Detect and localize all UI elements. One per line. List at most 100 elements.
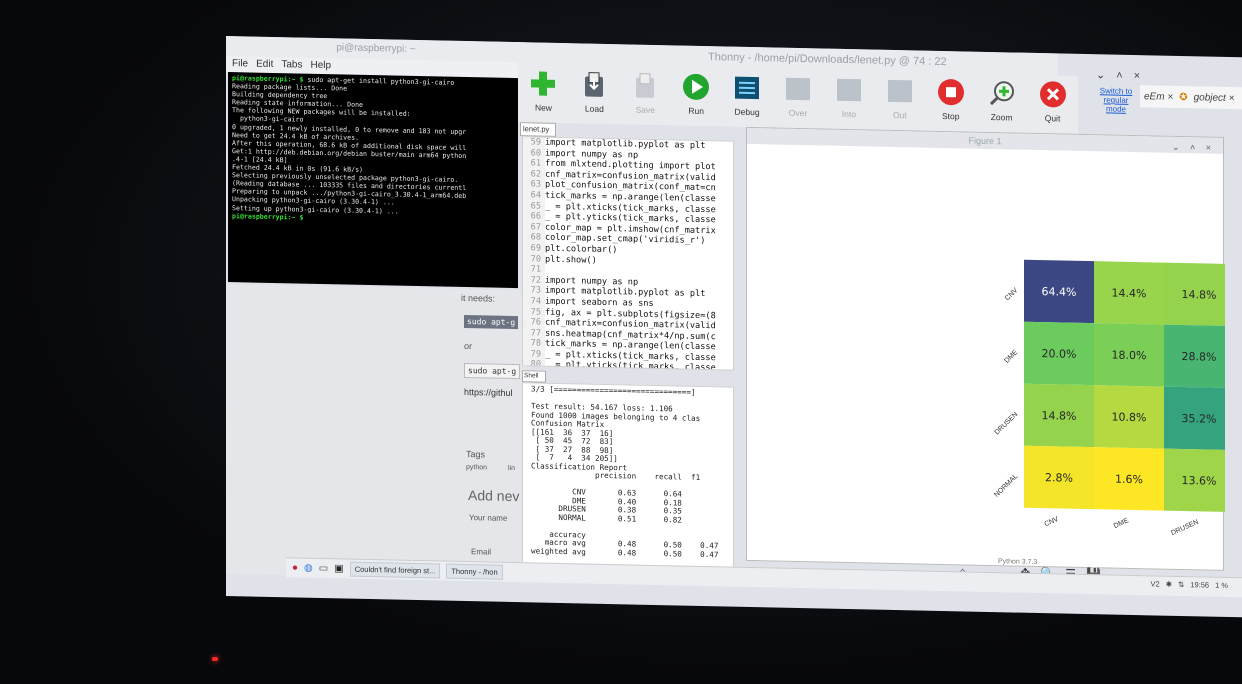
- zoom-button[interactable]: Zoom: [976, 74, 1027, 133]
- save-button[interactable]: Save: [620, 66, 671, 125]
- line-number: 59: [523, 137, 545, 149]
- heatmap-cell-label: 14.8%: [1042, 409, 1077, 423]
- python-version: Python 3.7.3: [998, 558, 1038, 566]
- line-number: 60: [523, 147, 545, 159]
- line-number: 62: [523, 169, 545, 181]
- vnc-icon[interactable]: V2: [1151, 579, 1160, 588]
- web-browser-icon[interactable]: ◍: [304, 563, 313, 574]
- page-code-cmd2: sudo apt-g: [464, 362, 521, 380]
- page-code-cmd1: sudo apt-g: [464, 314, 519, 330]
- over-button[interactable]: Over: [773, 69, 824, 128]
- heatmap-col-label: CNV: [1043, 516, 1060, 529]
- terminal-menu-edit[interactable]: Edit: [256, 57, 273, 73]
- browser-tab-2[interactable]: gobject ×: [1194, 92, 1235, 104]
- toolbar-button-label: Over: [788, 107, 808, 119]
- page-email-label: Email: [471, 547, 492, 557]
- line-number: 70: [523, 253, 545, 265]
- code-text: plt.show(): [545, 254, 597, 266]
- load-button[interactable]: Load: [569, 65, 620, 124]
- task-browser[interactable]: Couldn't find foreign st...: [349, 561, 441, 579]
- new-icon: [528, 68, 558, 99]
- into-button[interactable]: Into: [823, 71, 874, 130]
- stop-button[interactable]: Stop: [925, 73, 976, 132]
- new-button[interactable]: New: [518, 64, 569, 123]
- shell-output[interactable]: 3/3 [==============================] Tes…: [522, 382, 734, 569]
- editor-tab[interactable]: lenet.py ✕: [520, 122, 556, 145]
- page-your-name-label: Your name: [469, 513, 508, 523]
- browser-tab-1[interactable]: eEm ×: [1144, 91, 1173, 103]
- heatmap-row-label: NORMAL: [993, 473, 1019, 499]
- switch-mode-link[interactable]: Switch to regular mode: [1096, 86, 1136, 114]
- line-number: 79: [523, 349, 545, 361]
- heatmap-cell-label: 64.4%: [1042, 285, 1077, 299]
- step-into-icon: [834, 75, 864, 106]
- toolbar-button-label: Quit: [1044, 113, 1061, 124]
- heatmap-cell-label: 18.0%: [1112, 349, 1147, 363]
- heatmap-cell-label: 13.6%: [1182, 474, 1217, 488]
- line-number: 67: [523, 221, 545, 234]
- line-number: 80: [523, 359, 545, 371]
- stop-icon: [936, 77, 966, 108]
- line-number: 72: [523, 274, 545, 286]
- page-tag-linux[interactable]: lin: [508, 465, 515, 472]
- toolbar-button-label: Out: [892, 109, 907, 121]
- thonny-window-controls[interactable]: ⌄ ˄ ×: [1096, 68, 1144, 82]
- heatmap-col-label: DME: [1113, 517, 1130, 530]
- line-number: 65: [523, 200, 545, 212]
- run-button[interactable]: Run: [671, 67, 722, 126]
- debug-button[interactable]: Debug: [722, 68, 773, 127]
- bluetooth-icon[interactable]: ✱: [1166, 580, 1172, 589]
- power-led: [212, 657, 218, 661]
- line-number: 68: [523, 232, 545, 244]
- quit-icon: [1038, 79, 1068, 110]
- page-link[interactable]: https://githul: [464, 387, 513, 398]
- network-icon[interactable]: ⇅: [1178, 580, 1184, 589]
- toolbar-button-label: Debug: [734, 106, 760, 118]
- out-button[interactable]: Out: [874, 72, 925, 131]
- heatmap-cell-label: 10.8%: [1112, 411, 1147, 425]
- line-number: 78: [523, 338, 545, 350]
- browser-tabs: eEm × ✪ gobject ×: [1140, 85, 1242, 110]
- system-tray: V2 ✱ ⇅ 19:56 1 %: [1151, 579, 1229, 590]
- heatmap-row-label: DME: [1003, 349, 1019, 365]
- heatmap-row-label: DRUSEN: [994, 411, 1020, 437]
- toolbar-button-label: New: [534, 102, 552, 113]
- line-number: 73: [523, 285, 545, 297]
- code-editor[interactable]: 59 import matplotlib.pyplot as plt 60 impor…: [522, 136, 734, 371]
- toolbar-button-label: Stop: [941, 110, 960, 122]
- terminal-output[interactable]: pi@raspberrypi:~ $ sudo apt-get install …: [228, 72, 518, 289]
- clock: 19:56: [1190, 580, 1210, 590]
- figure-window: Figure 1 ⌄ ˄ × 64.4%14.4%14.8%6.4%20.0%1…: [746, 126, 1225, 581]
- heatmap-cell-label: 14.8%: [1182, 288, 1217, 302]
- task-thonny[interactable]: Thonny - /hon: [446, 563, 503, 580]
- shell-tab[interactable]: Shell: [522, 370, 546, 383]
- line-number: 74: [523, 296, 545, 308]
- line-number: 77: [523, 327, 545, 339]
- terminal-prompt: pi@raspberrypi:~ $: [232, 211, 304, 222]
- line-number: 71: [523, 264, 545, 276]
- page-text-or: or: [464, 340, 473, 352]
- page-tag-python[interactable]: python: [466, 464, 487, 471]
- heatmap-cell-label: 28.8%: [1182, 350, 1217, 364]
- heatmap-cell-label: 2.8%: [1045, 471, 1073, 485]
- heatmap-cell-label: 20.0%: [1042, 347, 1077, 361]
- gobject-icon: ✪: [1179, 91, 1188, 103]
- heatmap-col-label: DRUSEN: [1170, 519, 1200, 537]
- line-number: 63: [523, 179, 545, 191]
- heatmap-row-label: CNV: [1004, 287, 1020, 303]
- toolbar-button-label: Load: [584, 103, 604, 114]
- toolbar-button-label: Zoom: [990, 112, 1013, 123]
- file-manager-icon[interactable]: ▭: [319, 563, 328, 574]
- terminal-menu-help[interactable]: Help: [310, 58, 331, 74]
- terminal-launcher-icon[interactable]: ▣: [334, 563, 343, 574]
- raspberry-menu-icon[interactable]: ●: [292, 562, 298, 573]
- cpu-usage: 1 %: [1215, 580, 1228, 590]
- terminal-menu-tabs[interactable]: Tabs: [281, 57, 302, 73]
- quit-button[interactable]: Quit: [1027, 75, 1078, 134]
- page-add-new-heading: Add nev: [468, 487, 520, 505]
- terminal-menu-file[interactable]: File: [232, 56, 248, 72]
- line-number: 66: [523, 211, 545, 223]
- toolbar-button-label: Run: [688, 105, 704, 117]
- zoom-icon: [987, 78, 1017, 109]
- toolbar-button-label: Save: [635, 104, 655, 115]
